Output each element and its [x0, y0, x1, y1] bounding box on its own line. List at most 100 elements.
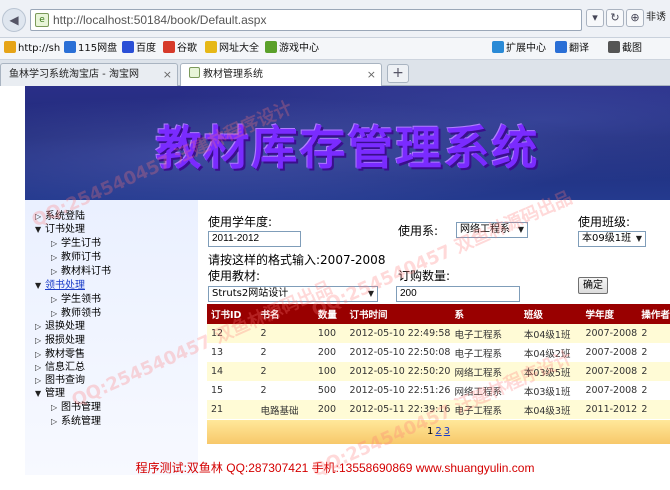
- dropdown-button[interactable]: ▾: [586, 9, 604, 27]
- more-label[interactable]: 非诱: [646, 12, 666, 23]
- year-input[interactable]: 2011-2012: [208, 231, 301, 247]
- dept-select[interactable]: 网络工程系 ▼: [456, 222, 528, 238]
- fav-item[interactable]: 百度: [122, 41, 156, 57]
- menu-item-teacher-order[interactable]: ▷ 教师订书: [51, 251, 101, 264]
- menu-item-system-admin[interactable]: ▷ 系统管理: [51, 415, 101, 428]
- close-icon[interactable]: ×: [163, 64, 172, 85]
- fav-item[interactable]: 115网盘: [64, 41, 117, 57]
- cell: 15: [207, 381, 257, 400]
- cell: 2007-2008: [581, 343, 638, 362]
- cell: 2007-2008: [581, 381, 638, 400]
- menu-item-material-order[interactable]: ▷ 教材料订书: [51, 265, 111, 278]
- toolbar-right: ▾ ↻ ⊕ 非诱: [586, 9, 670, 31]
- site-banner: 教材库存管理系统: [25, 86, 670, 200]
- cell: 本03级1班: [519, 381, 582, 400]
- scissors-icon: [608, 41, 620, 53]
- fav-item[interactable]: 截图: [608, 41, 642, 57]
- favorites-bar: http://sh 115网盘 百度 谷歌 网址大全 游戏中心 扩展中心 翻译 …: [0, 38, 670, 60]
- paw-icon: [122, 41, 134, 53]
- footer-credits: 程序测试:双鱼林 QQ:287307421 手机:13558690869 www…: [135, 461, 535, 475]
- cell: 2011-2012: [581, 400, 638, 419]
- menu-item-summary[interactable]: ▷ 信息汇总: [35, 361, 85, 374]
- puzzle-icon: [492, 41, 504, 53]
- menu-item-student-receive[interactable]: ▷ 学生领书: [51, 293, 101, 306]
- chevron-down-icon: ▾: [592, 11, 598, 24]
- column-header[interactable]: 订书ID: [207, 304, 257, 324]
- google-icon: [163, 41, 175, 53]
- close-icon[interactable]: ×: [367, 64, 376, 85]
- cell: 电路基础: [256, 400, 314, 419]
- dept-label: 使用系:: [398, 224, 439, 238]
- cell: 网络工程系: [450, 362, 520, 381]
- url-field[interactable]: e http://localhost:50184/book/Default.as…: [30, 9, 582, 31]
- tab-book-system[interactable]: 教材管理系统 ×: [180, 63, 382, 86]
- cell: 网络工程系: [450, 381, 520, 400]
- menu-item-receive[interactable]: ▼ 领书处理: [35, 279, 85, 292]
- menu-item-book-query[interactable]: ▷ 图书查询: [35, 374, 85, 387]
- fav-item[interactable]: 网址大全: [205, 41, 259, 57]
- page-gutter: [0, 86, 25, 490]
- back-button[interactable]: ◀: [2, 8, 26, 32]
- cell: 14: [207, 362, 257, 381]
- security-button[interactable]: ⊕: [626, 9, 644, 27]
- refresh-icon: ↻: [610, 11, 620, 24]
- cell: 12: [207, 324, 257, 343]
- menu-item-book-admin[interactable]: ▷ 图书管理: [51, 401, 101, 414]
- table-row[interactable]: 14 2 100 2012-05-10 22:50:20 网络工程系 本03级5班 2007…: [207, 362, 670, 381]
- column-header[interactable]: 数量: [313, 304, 346, 324]
- qty-label: 订购数量:: [398, 269, 451, 283]
- class-select[interactable]: 本09级1班 ▼: [578, 231, 646, 247]
- menu-item-return[interactable]: ▷ 退换处理: [35, 320, 85, 333]
- cell: 2012-05-10 22:50:20: [345, 362, 451, 381]
- new-tab-button[interactable]: +: [387, 64, 409, 83]
- triangle-down-icon: ▼: [35, 281, 42, 290]
- menu-item-student-order[interactable]: ▷ 学生订书: [51, 237, 101, 250]
- menu-item-admin[interactable]: ▼ 管理: [35, 387, 65, 400]
- fav-item[interactable]: http://sh: [4, 41, 60, 57]
- triangle-right-icon: ▷: [51, 239, 58, 248]
- cell: 本04级1班: [519, 324, 582, 343]
- column-header[interactable]: 操作者: [637, 304, 670, 324]
- chevron-down-icon: ▼: [367, 289, 374, 298]
- confirm-button[interactable]: 确定: [578, 277, 608, 294]
- fav-item[interactable]: 扩展中心: [492, 41, 546, 57]
- star-icon: [205, 41, 217, 53]
- column-header[interactable]: 系: [450, 304, 520, 324]
- fav-item[interactable]: 谷歌: [163, 41, 197, 57]
- cell: 2: [256, 324, 314, 343]
- year-label: 使用学年度:: [208, 215, 273, 229]
- table-row[interactable]: 21 电路基础 200 2012-05-11 22:39:16 电子工程系 本04级3班 2…: [207, 400, 670, 419]
- qty-input[interactable]: 200: [396, 286, 520, 302]
- chevron-down-icon: ▼: [635, 234, 642, 243]
- plus-icon: +: [392, 65, 404, 81]
- folder-icon: [4, 41, 16, 53]
- menu-item-retail[interactable]: ▷ 教材零售: [35, 348, 85, 361]
- menu-item-login[interactable]: ▷ 系统登陆: [35, 210, 85, 223]
- menu-item-order[interactable]: ▼ 订书处理: [35, 223, 85, 236]
- refresh-button[interactable]: ↻: [606, 9, 624, 27]
- cell: 2012-05-11 22:39:16: [345, 400, 451, 419]
- cell: 2007-2008: [581, 324, 638, 343]
- page-icon: [189, 67, 200, 78]
- page-link[interactable]: 2: [435, 426, 441, 437]
- column-header[interactable]: 订书时间: [345, 304, 451, 324]
- menu-item-damage[interactable]: ▷ 报损处理: [35, 334, 85, 347]
- table-row[interactable]: 13 2 200 2012-05-10 22:50:08 电子工程系 本04级2班 2007…: [207, 343, 670, 362]
- tab-taobao[interactable]: 鱼林学习系统淘宝店 - 淘宝网 ×: [0, 63, 178, 86]
- triangle-right-icon: ▷: [51, 295, 58, 304]
- translate-icon: [555, 41, 567, 53]
- table-row[interactable]: 12 2 100 2012-05-10 22:49:58 电子工程系 本04级1班 2007…: [207, 324, 670, 343]
- cell: 2012-05-10 22:49:58: [345, 324, 451, 343]
- class-label: 使用班级:: [578, 215, 631, 229]
- menu-item-teacher-receive[interactable]: ▷ 教师领书: [51, 307, 101, 320]
- fav-item[interactable]: 游戏中心: [265, 41, 319, 57]
- column-header[interactable]: 学年度: [581, 304, 638, 324]
- column-header[interactable]: 书名: [256, 304, 314, 324]
- book-select[interactable]: Struts2网站设计 ▼: [208, 286, 378, 302]
- fav-item[interactable]: 翻译: [555, 41, 589, 57]
- page-link[interactable]: 3: [444, 426, 450, 437]
- page-icon: e: [35, 13, 49, 27]
- column-header[interactable]: 班级: [519, 304, 582, 324]
- cell: 500: [313, 381, 346, 400]
- table-row[interactable]: 15 2 500 2012-05-10 22:51:26 网络工程系 本03级1班 2007…: [207, 381, 670, 400]
